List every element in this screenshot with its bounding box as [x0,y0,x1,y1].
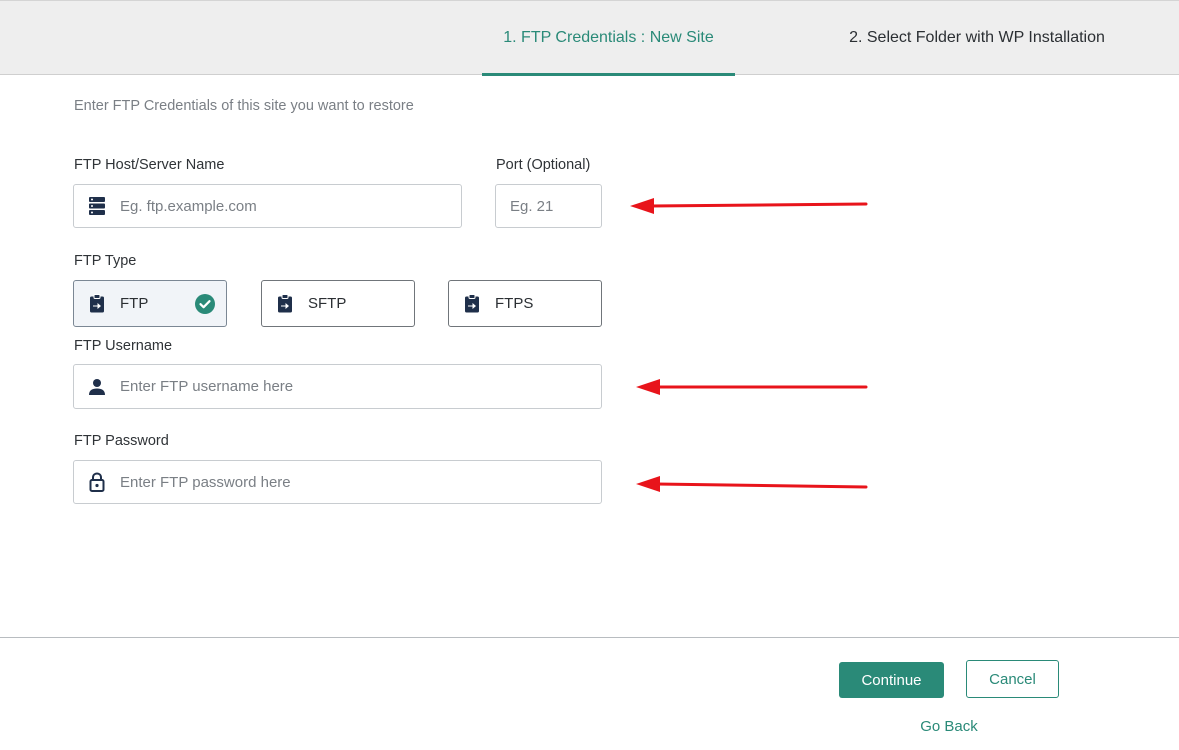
annotation-arrow-icon [630,198,868,214]
lock-icon [74,472,120,492]
port-field[interactable] [495,184,602,228]
user-icon [74,378,120,396]
ftp-type-label-sftp: SFTP [308,295,347,312]
ftp-type-option-sftp[interactable]: SFTP [261,280,415,327]
port-input[interactable] [510,185,601,227]
username-input[interactable] [120,365,601,408]
clipboard-arrow-icon [262,294,308,313]
annotation-arrow-icon [636,476,868,492]
ftp-type-label: FTP Type [74,253,137,269]
clipboard-arrow-icon [449,294,495,313]
intro-text: Enter FTP Credentials of this site you w… [74,98,414,114]
go-back-link[interactable]: Go Back [900,718,998,735]
ftp-type-option-ftp[interactable]: FTP [73,280,227,327]
step-tabs-bar: 1. FTP Credentials : New Site 2. Select … [0,0,1179,76]
check-circle-icon [195,294,215,319]
server-icon [74,196,120,216]
host-input[interactable] [120,185,461,227]
port-label: Port (Optional) [496,157,591,173]
password-input[interactable] [120,461,601,503]
tab-select-folder[interactable]: 2. Select Folder with WP Installation [830,1,1124,75]
annotation-arrow-icon [636,379,868,395]
tab-ftp-credentials[interactable]: 1. FTP Credentials : New Site [482,1,735,76]
password-label: FTP Password [74,433,169,449]
clipboard-arrow-icon [74,294,120,313]
continue-button[interactable]: Continue [839,662,944,698]
host-field[interactable] [73,184,462,228]
username-field[interactable] [73,364,602,409]
cancel-button[interactable]: Cancel [966,660,1059,698]
username-label: FTP Username [74,338,173,354]
ftp-type-option-ftps[interactable]: FTPS [448,280,602,327]
footer-divider [0,637,1179,638]
ftp-type-label-ftp: FTP [120,295,149,312]
host-label: FTP Host/Server Name [74,157,225,173]
password-field[interactable] [73,460,602,504]
ftp-type-label-ftps: FTPS [495,295,534,312]
